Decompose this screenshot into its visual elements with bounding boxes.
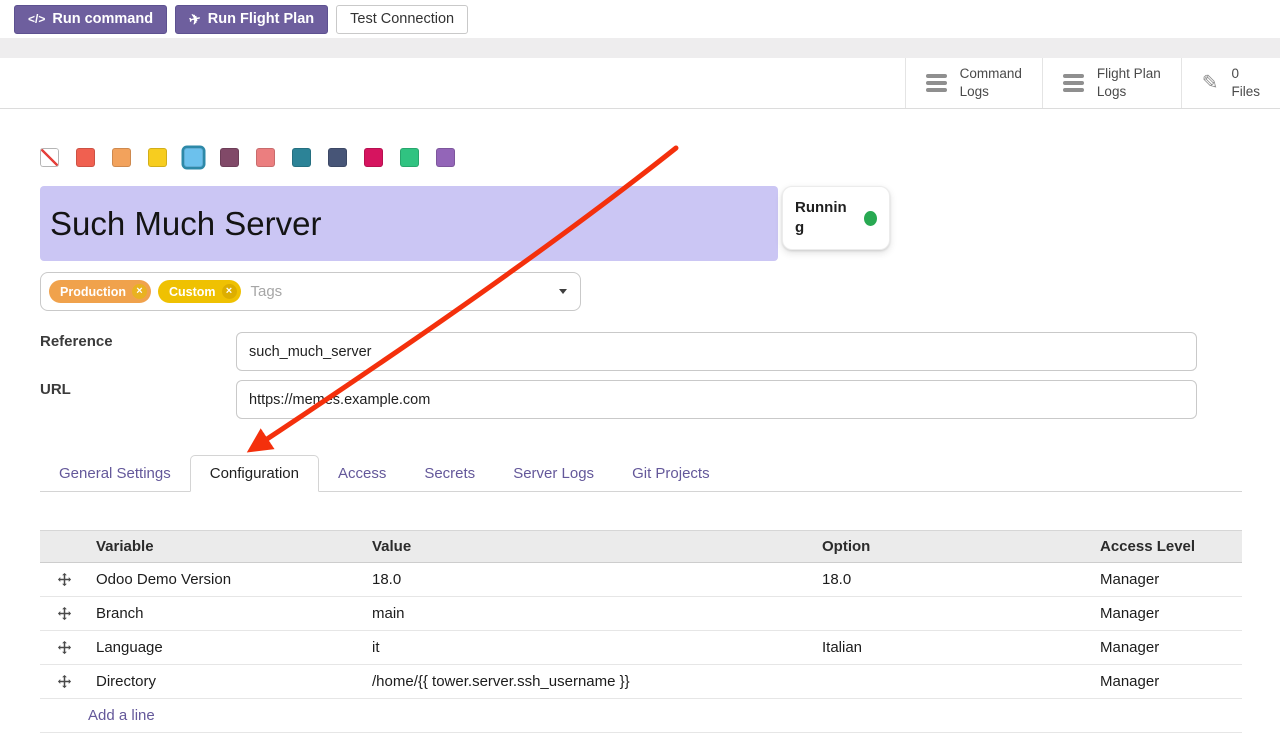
cell-option[interactable]: 18.0	[814, 571, 1092, 588]
color-swatch-navy[interactable]	[328, 148, 347, 167]
drag-handle-icon[interactable]	[40, 640, 88, 655]
tags-placeholder: Tags	[251, 283, 283, 300]
tag-production: Production	[49, 280, 151, 303]
header-variable[interactable]: Variable	[88, 538, 364, 555]
flight-plan-logs-label-line2: Logs	[1097, 83, 1161, 101]
tab-configuration[interactable]: Configuration	[190, 455, 319, 492]
command-logs-label-line2: Logs	[960, 83, 1022, 101]
cell-variable[interactable]: Branch	[88, 605, 364, 622]
flight-plan-logs-button[interactable]: Flight Plan Logs	[1042, 58, 1181, 108]
cell-access[interactable]: Manager	[1092, 673, 1242, 690]
tag-production-label: Production	[60, 285, 126, 299]
flight-plan-logs-label-line1: Flight Plan	[1097, 65, 1161, 83]
add-a-line-link[interactable]: Add a line	[40, 699, 1242, 733]
separator-band	[0, 38, 1280, 58]
url-label: URL	[40, 381, 71, 398]
url-input[interactable]	[236, 380, 1197, 419]
cell-variable[interactable]: Odoo Demo Version	[88, 571, 364, 588]
status-label: Running	[795, 198, 847, 239]
tab-access[interactable]: Access	[319, 455, 405, 491]
notebook-tabs: General Settings Configuration Access Se…	[40, 455, 1242, 492]
cell-variable[interactable]: Directory	[88, 673, 364, 690]
test-connection-button[interactable]: Test Connection	[336, 5, 468, 34]
table-row: Odoo Demo Version 18.0 18.0 Manager	[40, 563, 1242, 597]
header-access-level[interactable]: Access Level	[1092, 538, 1242, 555]
color-swatch-plum[interactable]	[220, 148, 239, 167]
tab-git-projects[interactable]: Git Projects	[613, 455, 729, 491]
table-row: Directory /home/{{ tower.server.ssh_user…	[40, 665, 1242, 699]
color-picker	[40, 148, 455, 167]
tags-input[interactable]: Production Custom Tags	[40, 272, 581, 311]
table-header-row: Variable Value Option Access Level	[40, 530, 1242, 563]
cell-access[interactable]: Manager	[1092, 605, 1242, 622]
tab-general-settings[interactable]: General Settings	[40, 455, 190, 491]
cell-option[interactable]: Italian	[814, 639, 1092, 656]
menu-bars-icon	[1063, 74, 1084, 92]
color-swatch-yellow[interactable]	[148, 148, 167, 167]
cell-access[interactable]: Manager	[1092, 571, 1242, 588]
color-swatch-cyan-selected[interactable]	[184, 148, 203, 167]
header-value[interactable]: Value	[364, 538, 814, 555]
cell-value[interactable]: it	[364, 639, 814, 656]
paper-plane-icon: ✈	[187, 9, 202, 28]
code-icon: </>	[28, 12, 45, 26]
remove-tag-icon[interactable]	[222, 284, 237, 299]
cell-variable[interactable]: Language	[88, 639, 364, 656]
tag-custom: Custom	[158, 280, 241, 303]
tab-server-logs[interactable]: Server Logs	[494, 455, 613, 491]
header-option[interactable]: Option	[814, 538, 1092, 555]
color-swatch-salmon[interactable]	[256, 148, 275, 167]
menu-bars-icon	[926, 74, 947, 92]
cell-value[interactable]: main	[364, 605, 814, 622]
color-swatch-green[interactable]	[400, 148, 419, 167]
run-command-button[interactable]: </> Run command	[14, 5, 167, 34]
cell-value[interactable]: /home/{{ tower.server.ssh_username }}	[364, 673, 814, 690]
color-swatch-magenta[interactable]	[364, 148, 383, 167]
drag-handle-icon[interactable]	[40, 674, 88, 689]
server-name-input[interactable]	[40, 186, 778, 261]
configuration-table: Variable Value Option Access Level Odoo …	[40, 530, 1242, 733]
command-logs-label-line1: Command	[960, 65, 1022, 83]
server-form-page: { "theme": { "primary": "#6E5F9E", "link…	[0, 0, 1280, 742]
edit-icon: ✎	[1202, 73, 1219, 93]
cell-value[interactable]: 18.0	[364, 571, 814, 588]
files-label: Files	[1231, 83, 1260, 101]
test-connection-label: Test Connection	[350, 11, 454, 27]
run-flight-plan-button[interactable]: ✈ Run Flight Plan	[175, 5, 328, 34]
drag-handle-icon[interactable]	[40, 606, 88, 621]
color-swatch-orange[interactable]	[112, 148, 131, 167]
drag-handle-icon[interactable]	[40, 572, 88, 587]
color-swatch-red[interactable]	[76, 148, 95, 167]
caret-down-icon[interactable]	[559, 289, 567, 294]
status-dot-icon	[864, 211, 877, 226]
cell-access[interactable]: Manager	[1092, 639, 1242, 656]
table-row: Language it Italian Manager	[40, 631, 1242, 665]
tag-custom-label: Custom	[169, 285, 216, 299]
reference-label: Reference	[40, 333, 113, 350]
run-flight-plan-label: Run Flight Plan	[208, 11, 314, 27]
reference-input[interactable]	[236, 332, 1197, 371]
tab-secrets[interactable]: Secrets	[405, 455, 494, 491]
run-command-label: Run command	[52, 11, 153, 27]
color-swatch-none[interactable]	[40, 148, 59, 167]
form-header-strip: Command Logs Flight Plan Logs ✎ 0 Files	[0, 58, 1280, 109]
status-button[interactable]: Running	[782, 186, 890, 250]
remove-tag-icon[interactable]	[132, 284, 147, 299]
command-logs-button[interactable]: Command Logs	[905, 58, 1042, 108]
color-swatch-purple[interactable]	[436, 148, 455, 167]
top-toolbar: </> Run command ✈ Run Flight Plan Test C…	[0, 0, 1280, 38]
files-button[interactable]: ✎ 0 Files	[1181, 58, 1280, 108]
files-count: 0	[1231, 65, 1260, 83]
color-swatch-teal[interactable]	[292, 148, 311, 167]
table-row: Branch main Manager	[40, 597, 1242, 631]
